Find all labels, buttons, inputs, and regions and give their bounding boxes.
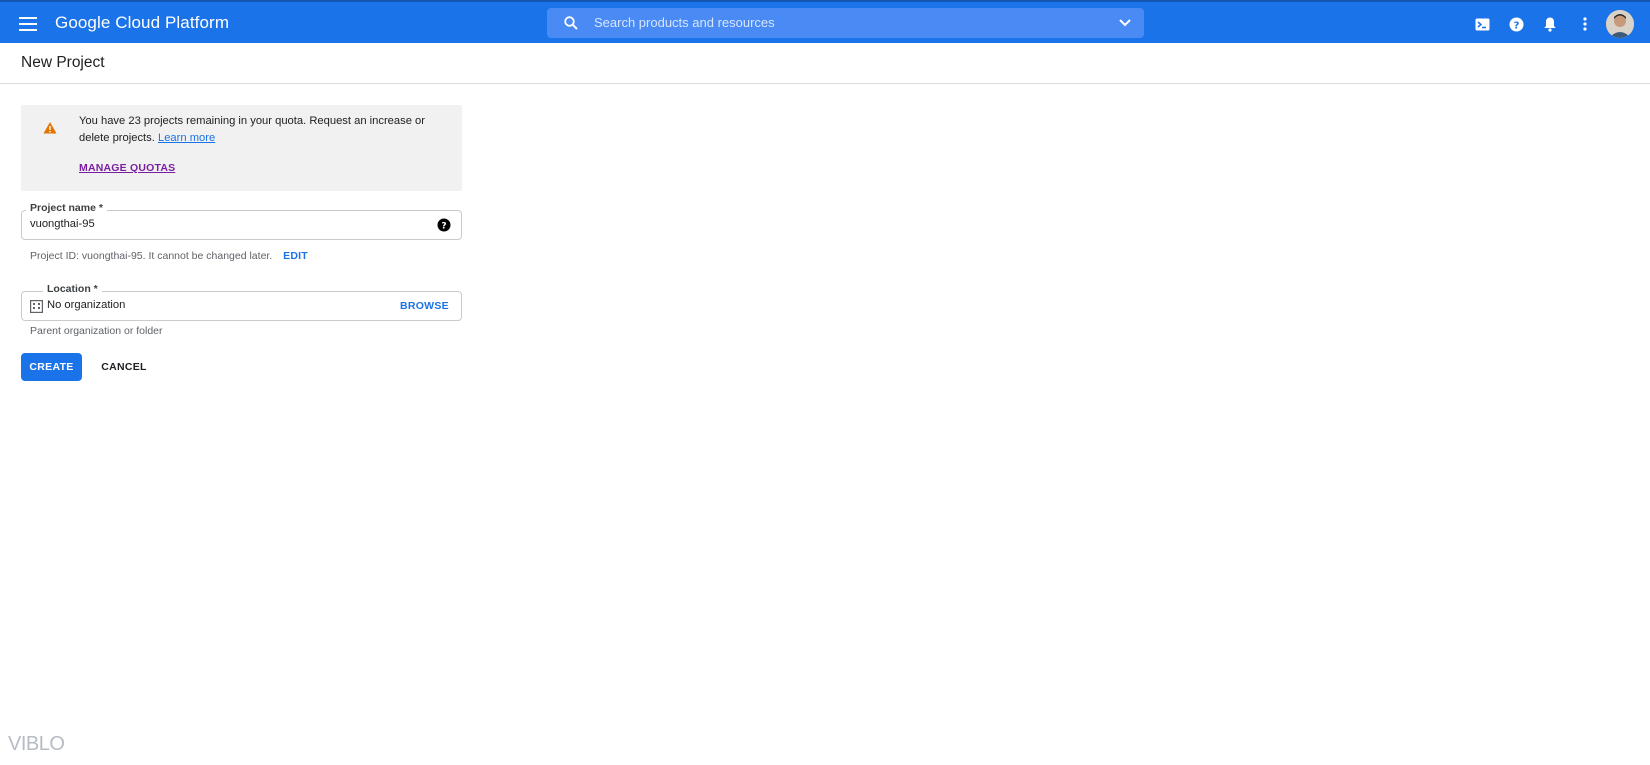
- chevron-down-icon[interactable]: [1116, 14, 1134, 32]
- brand-title[interactable]: Google Cloud Platform: [55, 13, 229, 33]
- search-placeholder: Search products and resources: [594, 15, 775, 30]
- cancel-button[interactable]: CANCEL: [95, 353, 153, 381]
- location-field[interactable]: Location * No organization BROWSE: [21, 283, 462, 321]
- quota-message: You have 23 projects remaining in your q…: [79, 113, 439, 147]
- menu-icon[interactable]: [16, 12, 40, 36]
- project-name-label: Project name *: [26, 202, 107, 214]
- location-hint: Parent organization or folder: [30, 325, 163, 337]
- project-id-text: Project ID: vuongthai-95. It cannot be c…: [30, 250, 273, 262]
- browse-button[interactable]: BROWSE: [400, 300, 449, 312]
- svg-text:?: ?: [441, 222, 446, 232]
- warning-icon: [43, 122, 57, 134]
- project-name-input[interactable]: vuongthai-95: [30, 218, 95, 230]
- manage-quotas-link[interactable]: MANAGE QUOTAS: [79, 162, 175, 174]
- avatar[interactable]: [1606, 10, 1634, 38]
- more-vert-icon[interactable]: [1575, 14, 1595, 34]
- quota-notice: You have 23 projects remaining in your q…: [21, 105, 462, 191]
- help-icon[interactable]: ?: [1506, 14, 1526, 34]
- svg-text:?: ?: [1513, 20, 1519, 31]
- page-title: New Project: [21, 54, 105, 71]
- help-circle-icon[interactable]: ?: [437, 218, 451, 232]
- project-name-field[interactable]: Project name * vuongthai-95 ?: [21, 202, 462, 240]
- location-label: Location *: [43, 283, 102, 295]
- viblo-watermark: VIBLO: [8, 733, 65, 755]
- top-app-bar: Google Cloud Platform Search products an…: [0, 0, 1650, 43]
- edit-project-id-link[interactable]: EDIT: [283, 250, 308, 262]
- quota-message-text: You have 23 projects remaining in your q…: [79, 115, 425, 144]
- header-divider: [0, 83, 1650, 84]
- learn-more-link[interactable]: Learn more: [158, 132, 215, 144]
- project-id-hint: Project ID: vuongthai-95. It cannot be c…: [30, 250, 308, 262]
- location-value: No organization: [47, 299, 126, 311]
- cloud-shell-icon[interactable]: [1472, 14, 1492, 34]
- organization-icon: [30, 300, 43, 313]
- create-button[interactable]: CREATE: [21, 353, 82, 381]
- search-icon: [564, 16, 578, 30]
- search-bar[interactable]: Search products and resources: [547, 8, 1144, 38]
- notifications-icon[interactable]: [1540, 14, 1560, 34]
